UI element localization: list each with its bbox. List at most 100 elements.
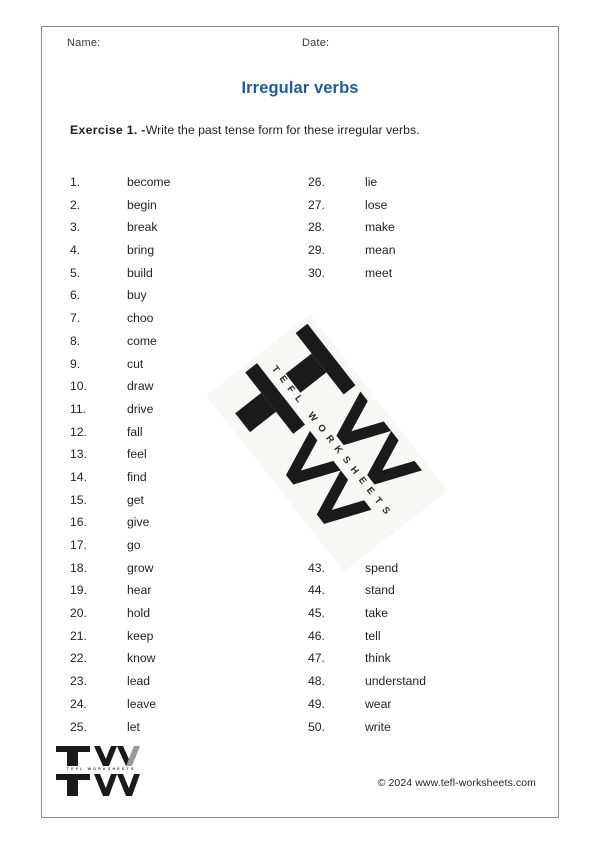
- verb-word: find: [127, 469, 147, 484]
- name-field-label: Name:: [67, 37, 101, 49]
- verb-row: 3. break: [70, 216, 305, 239]
- verb-word: spend: [365, 560, 399, 575]
- verb-row: 11. drive: [70, 398, 305, 421]
- verb-row: 6. buy: [70, 284, 305, 307]
- verb-number: 19.: [70, 583, 87, 598]
- verb-number: 16.: [70, 515, 87, 530]
- verb-word: begin: [127, 197, 157, 212]
- verb-number: 47.: [308, 651, 325, 666]
- verb-word: meet: [365, 265, 393, 280]
- verb-row: 46. tell: [308, 625, 543, 648]
- verb-row: [308, 284, 543, 307]
- verb-number: 45.: [308, 606, 325, 621]
- verb-row: [308, 375, 543, 398]
- verb-number: 23.: [70, 674, 87, 689]
- verb-row: [308, 421, 543, 444]
- verb-number: 4.: [70, 243, 81, 258]
- verb-row: 5. build: [70, 262, 305, 285]
- verb-number: 27.: [308, 197, 325, 212]
- verb-row: 17. go: [70, 534, 305, 557]
- verb-word: give: [127, 515, 150, 530]
- verb-number: 12.: [70, 424, 87, 439]
- verb-word: wear: [365, 696, 392, 711]
- verb-number: 20.: [70, 606, 87, 621]
- exercise-label: Exercise 1. -: [70, 123, 146, 137]
- verb-word: keep: [127, 628, 154, 643]
- verb-row: 26. lie: [308, 171, 543, 194]
- verb-word: know: [127, 651, 156, 666]
- verb-word: hear: [127, 583, 152, 598]
- verb-column-left: 1. become 2. begin 3. break 4. bring 5. build 6. bu…: [70, 171, 305, 738]
- verb-number: 1.: [70, 175, 81, 189]
- verb-word: become: [127, 175, 171, 189]
- verb-word: tell: [365, 628, 381, 643]
- verb-word: hold: [127, 606, 151, 621]
- verb-row: 18. grow: [70, 557, 305, 580]
- verb-number: 5.: [70, 265, 81, 280]
- verb-row: 30. meet: [308, 262, 543, 285]
- verb-number: 17.: [70, 538, 87, 552]
- verb-word: feel: [127, 447, 147, 462]
- verb-row: 25. let: [70, 716, 305, 739]
- verb-row: 43. spend: [308, 557, 543, 580]
- verb-row: [308, 466, 543, 489]
- verb-row: 50. write: [308, 716, 543, 739]
- verb-row: 2. begin: [70, 194, 305, 217]
- verb-number: 21.: [70, 628, 87, 643]
- worksheet-meta-row: Name: Date:: [42, 37, 558, 55]
- date-field-label: Date:: [302, 37, 330, 49]
- exercise-instruction: Exercise 1. -Write the past tense form f…: [70, 123, 420, 137]
- verb-number: 11.: [70, 401, 87, 416]
- verb-number: 8.: [70, 333, 81, 348]
- verb-word: let: [127, 719, 140, 734]
- verb-number: 15.: [70, 492, 87, 507]
- verb-row: 1. become: [70, 171, 305, 194]
- verb-row: 49. wear: [308, 693, 543, 716]
- verb-word: bring: [127, 243, 155, 258]
- verb-row: 8. come: [70, 330, 305, 353]
- verb-row: [308, 443, 543, 466]
- verb-number: 24.: [70, 696, 87, 711]
- page-title: Irregular verbs: [241, 79, 359, 97]
- verb-number: 18.: [70, 560, 87, 575]
- verb-word: grow: [127, 560, 154, 575]
- verb-word: mean: [365, 243, 396, 258]
- verb-row: [308, 489, 543, 512]
- verb-word: drive: [127, 401, 154, 416]
- verb-number: 22.: [70, 651, 87, 666]
- verb-row: 28. make: [308, 216, 543, 239]
- verb-row: 10. draw: [70, 375, 305, 398]
- footer-tw-icon-top: [54, 745, 146, 767]
- verb-word: lose: [365, 197, 388, 212]
- verb-row: [308, 534, 543, 557]
- verb-word: make: [365, 220, 395, 235]
- verb-number: 13.: [70, 447, 87, 462]
- verb-row: 45. take: [308, 602, 543, 625]
- footer-tw-icon-bottom: [54, 773, 146, 797]
- verb-word: cut: [127, 356, 144, 371]
- verb-word: choo: [127, 311, 154, 326]
- verb-word: lead: [127, 674, 151, 689]
- verb-row: 14. find: [70, 466, 305, 489]
- verb-number: 10.: [70, 379, 87, 394]
- verb-number: 7.: [70, 311, 81, 326]
- verb-row: [308, 511, 543, 534]
- verb-number: 3.: [70, 220, 81, 235]
- verb-word: go: [127, 538, 141, 552]
- verb-row: 13. feel: [70, 443, 305, 466]
- verb-row: 47. think: [308, 647, 543, 670]
- verb-row: 12. fall: [70, 421, 305, 444]
- verb-row: 22. know: [70, 647, 305, 670]
- verb-number: 29.: [308, 243, 325, 258]
- verb-row: 20. hold: [70, 602, 305, 625]
- verb-number: 26.: [308, 175, 325, 189]
- footer-logo: TEFL WORKSHEETS: [54, 745, 146, 797]
- verb-number: 2.: [70, 197, 81, 212]
- verb-number: 48.: [308, 674, 325, 689]
- verb-word: fall: [127, 424, 143, 439]
- verb-word: come: [127, 333, 157, 348]
- verb-word: buy: [127, 288, 147, 303]
- verb-number: 6.: [70, 288, 81, 303]
- verb-row: [308, 353, 543, 376]
- verb-word: build: [127, 265, 153, 280]
